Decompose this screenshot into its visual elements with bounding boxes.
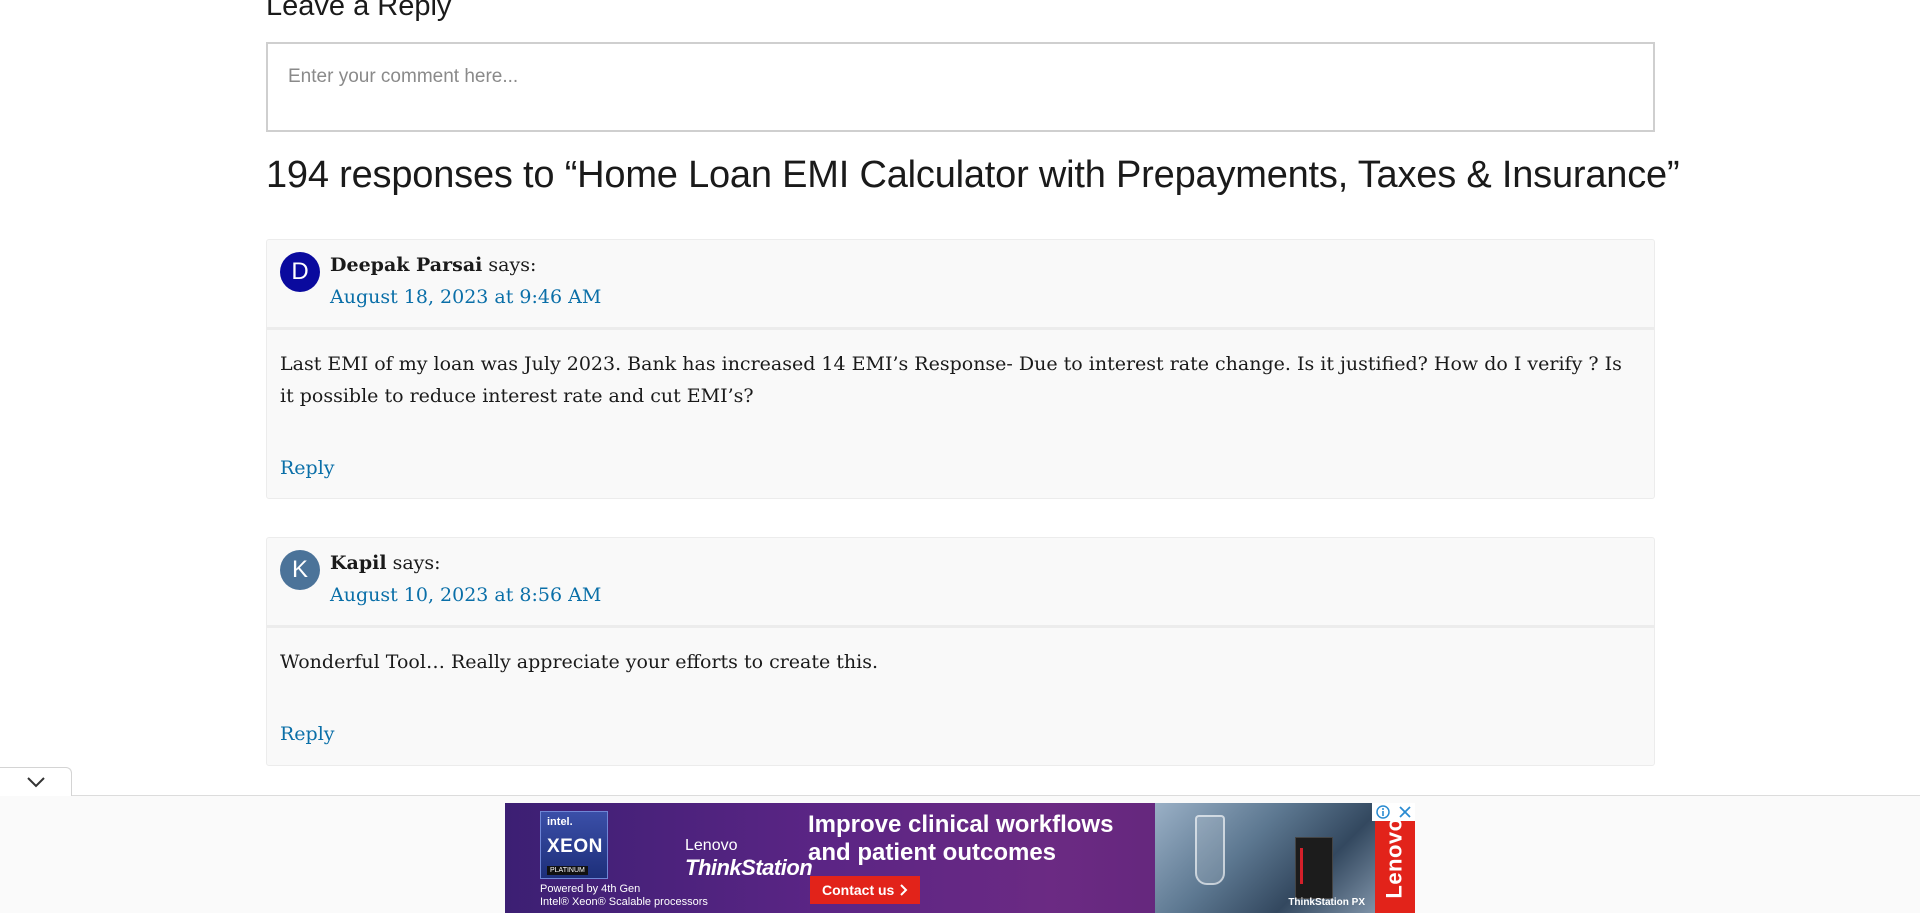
says-label: says: [488,254,537,276]
platinum-label: PLATINUM [547,866,588,875]
flask-illustration [1195,815,1225,885]
powered-by-text: Powered by 4th Gen Intel® Xeon® Scalable… [540,883,708,909]
leave-reply-heading: Leave a Reply [266,0,452,22]
chevron-down-icon [26,777,45,788]
ad-headline-line-2: and patient outcomes [808,839,1057,866]
responses-title: 194 responses to “Home Loan EMI Calculat… [266,154,1680,196]
advertisement-banner[interactable]: intel. XEON PLATINUM Powered by 4th Gen … [505,803,1415,913]
thinkstation-logo: ThinkStation [685,855,813,880]
reply-link[interactable]: Reply [280,723,335,745]
reply-link[interactable]: Reply [280,457,335,479]
workstation-tower [1295,837,1333,899]
intel-label: intel. [547,816,573,828]
comment-box[interactable] [266,42,1655,132]
chevron-right-icon [900,884,908,896]
comment-date-link[interactable]: August 18, 2023 at 9:46 AM [330,286,601,308]
lenovo-small-logo: Lenovo [685,837,738,854]
info-icon[interactable] [1376,805,1390,819]
comment-item: D Deepak Parsai says: August 18, 2023 at… [266,239,1655,499]
close-icon[interactable] [1399,806,1411,818]
author-line: Deepak Parsai says: [330,254,536,276]
comment-input[interactable] [288,66,1633,108]
comment-item: K Kapil says: August 10, 2023 at 8:56 AM… [266,537,1655,766]
ad-product-photo: ThinkStation PX [1155,803,1375,913]
contact-us-label: Contact us [822,882,895,898]
comment-header: K Kapil says: August 10, 2023 at 8:56 AM [267,538,1654,628]
author-line: Kapil says: [330,552,441,574]
comment-header: D Deepak Parsai says: August 18, 2023 at… [267,240,1654,330]
powered-line-2: Intel® Xeon® Scalable processors [540,896,708,908]
comment-body: Wonderful Tool… Really appreciate your e… [280,651,879,673]
collapse-ad-button[interactable] [0,767,72,796]
lenovo-brand-label: Lenovo [1382,817,1408,899]
comment-author: Deepak Parsai [330,254,483,276]
avatar[interactable]: D [280,252,320,292]
avatar[interactable]: K [280,550,320,590]
comment-author: Kapil [330,552,387,574]
product-label: ThinkStation PX [1288,897,1365,908]
ad-headline: Improve clinical workflows and patient o… [808,811,1113,867]
xeon-label: XEON [547,836,603,857]
says-label: says: [392,552,441,574]
comment-date-link[interactable]: August 10, 2023 at 8:56 AM [330,584,601,606]
ad-choices[interactable] [1372,803,1415,821]
contact-us-button[interactable]: Contact us [810,876,921,904]
ad-headline-line-1: Improve clinical workflows [808,811,1114,838]
intel-xeon-badge: intel. XEON PLATINUM [540,811,608,879]
comment-body: Last EMI of my loan was July 2023. Bank … [280,353,1622,407]
powered-line-1: Powered by 4th Gen [540,883,641,895]
